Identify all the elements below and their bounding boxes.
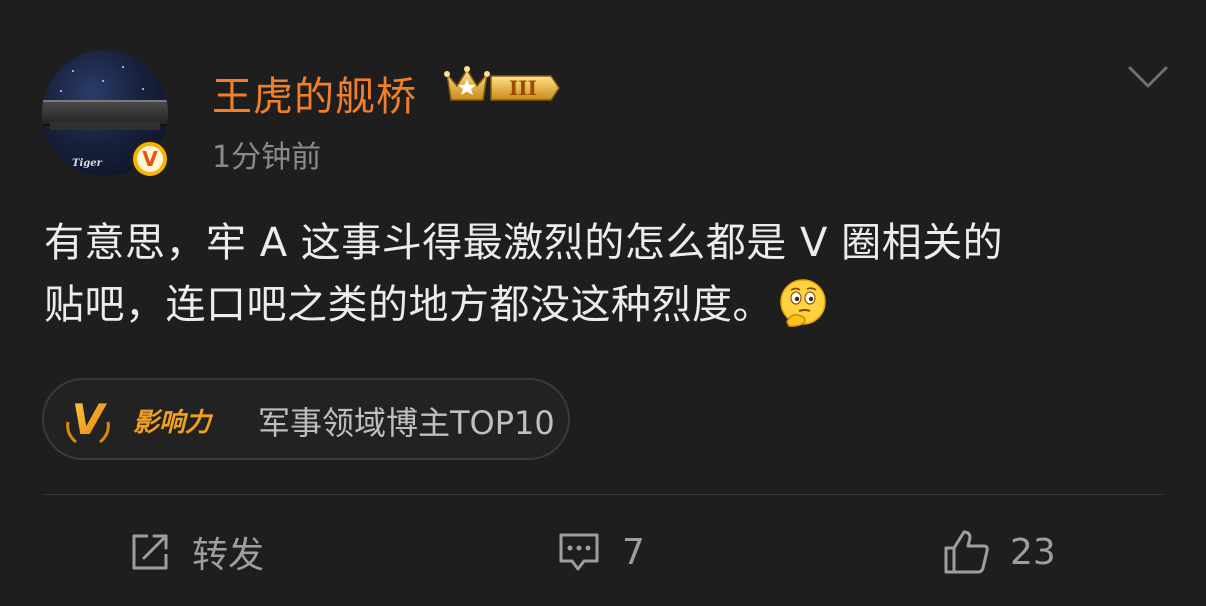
comment-button[interactable]: 7 [556, 524, 645, 580]
thinking-face-emoji [780, 279, 826, 327]
influence-label: 军事领域博主TOP10 [258, 404, 555, 442]
avatar-tag: Tiger [72, 158, 102, 169]
weibo-post-card: Tiger V 王虎的舰桥 III 1分钟前 有意思，牢 A 这事斗得最激烈的怎… [0, 0, 1206, 606]
crown-icon[interactable]: III [443, 64, 563, 108]
post-text-line-2-wrap: 贴吧，连口吧之类的地方都没这种烈度。 [44, 274, 1164, 336]
like-count: 23 [1010, 531, 1056, 573]
repost-button[interactable]: 转发 [128, 524, 264, 580]
repost-label: 转发 [192, 535, 265, 576]
author-name[interactable]: 王虎的舰桥 [212, 64, 417, 122]
post-time: 1分钟前 [212, 140, 322, 175]
post-content: 有意思，牢 A 这事斗得最激烈的怎么都是 V 圈相关的 贴吧，连口吧之类的地方都… [44, 212, 1164, 336]
post-text-line-2: 贴吧，连口吧之类的地方都没这种烈度。 [44, 282, 773, 328]
influence-logo: V 影响力 [66, 395, 214, 444]
divider [42, 494, 1164, 495]
verified-badge: V [130, 139, 170, 179]
like-button[interactable]: 23 [942, 524, 1056, 580]
influence-logo-letter: V [72, 395, 108, 444]
verified-mark: V [137, 146, 163, 172]
comment-count: 7 [622, 531, 645, 573]
post-text-line-1: 有意思，牢 A 这事斗得最激烈的怎么都是 V 圈相关的 [44, 220, 1004, 266]
chevron-down-icon[interactable] [1126, 62, 1170, 92]
thumbs-up-icon [944, 530, 989, 574]
comment-icon [559, 533, 599, 571]
influence-logo-text: 影响力 [133, 408, 214, 438]
influence-badge[interactable]: V 影响力 军事领域博主TOP10 [42, 378, 570, 460]
share-icon [132, 534, 168, 570]
level-badge-text: III [509, 76, 537, 100]
